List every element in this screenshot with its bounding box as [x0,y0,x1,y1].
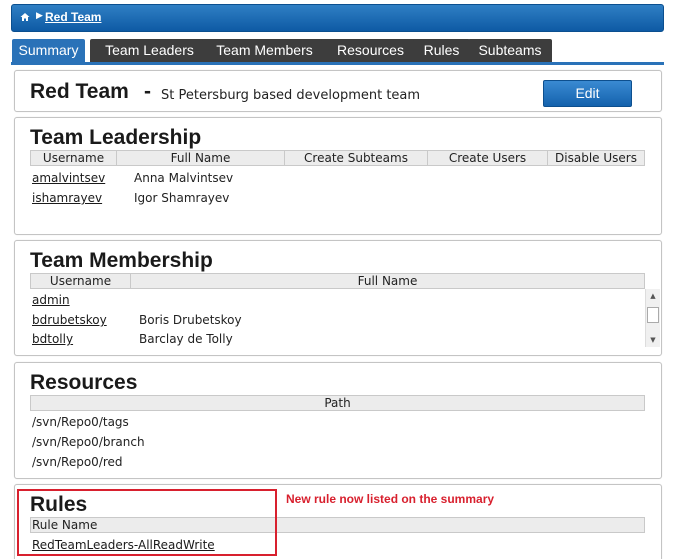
leadership-table-header: Username Full Name Create Subteams Creat… [30,150,645,166]
home-icon[interactable] [20,12,30,22]
column-header[interactable]: Username [31,274,131,288]
scroll-down-icon[interactable]: ▼ [646,333,660,347]
title-separator: - [144,80,151,103]
tab-summary[interactable]: Summary [12,39,85,63]
tab-subteams[interactable]: Subteams [468,39,552,63]
annotation-text: New rule now listed on the summary [286,492,495,506]
member-username-link[interactable]: bdrubetskoy [32,313,107,327]
resources-panel: Resources Path /svn/Repo0/tags /svn/Repo… [14,362,662,479]
tab-team-leaders[interactable]: Team Leaders [90,39,209,63]
membership-table-header: Username Full Name [30,273,645,289]
member-username-link[interactable]: bdtolly [32,332,73,346]
member-full-name: Barclay de Tolly [139,332,233,346]
column-header[interactable]: Path [31,396,644,410]
column-header[interactable]: Username [31,151,117,165]
section-title: Team Leadership [30,126,202,149]
column-header[interactable]: Create Users [428,151,548,165]
member-full-name: Boris Drubetskoy [139,313,242,327]
tab-rules[interactable]: Rules [413,39,470,63]
section-title: Team Membership [30,249,213,272]
breadcrumb: ▶ Red Team [11,4,664,32]
team-membership-panel: Team Membership Username Full Name admin… [14,240,662,356]
tab-resources[interactable]: Resources [321,39,420,63]
column-header[interactable]: Create Subteams [285,151,428,165]
resource-path: /svn/Repo0/tags [32,415,129,429]
team-name: Red Team [30,80,129,103]
scroll-up-icon[interactable]: ▲ [646,289,660,303]
resource-path: /svn/Repo0/red [32,455,123,469]
team-header-panel: Red Team - St Petersburg based developme… [14,70,662,112]
membership-scrollbar[interactable]: ▲ ▼ [645,289,660,347]
tab-team-members[interactable]: Team Members [202,39,327,63]
resource-path: /svn/Repo0/branch [32,435,145,449]
team-leadership-panel: Team Leadership Username Full Name Creat… [14,117,662,235]
leader-full-name: Anna Malvintsev [134,171,234,185]
section-title: Resources [30,371,138,394]
leader-full-name: Igor Shamrayev [134,191,230,205]
column-header[interactable]: Full Name [117,151,285,165]
column-header[interactable]: Disable Users [548,151,644,165]
resources-table-header: Path [30,395,645,411]
breadcrumb-arrow-icon: ▶ [36,11,43,21]
tab-underline [11,62,664,65]
member-username-link[interactable]: admin [32,293,70,307]
team-description: St Petersburg based development team [161,88,421,103]
highlight-box [17,489,277,556]
edit-button[interactable]: Edit [543,80,632,107]
scroll-thumb[interactable] [647,307,659,323]
column-header[interactable]: Full Name [131,274,644,288]
breadcrumb-red-team-link[interactable]: Red Team [45,10,101,24]
leader-username-link[interactable]: ishamrayev [32,191,102,205]
leader-username-link[interactable]: amalvintsev [32,171,105,185]
